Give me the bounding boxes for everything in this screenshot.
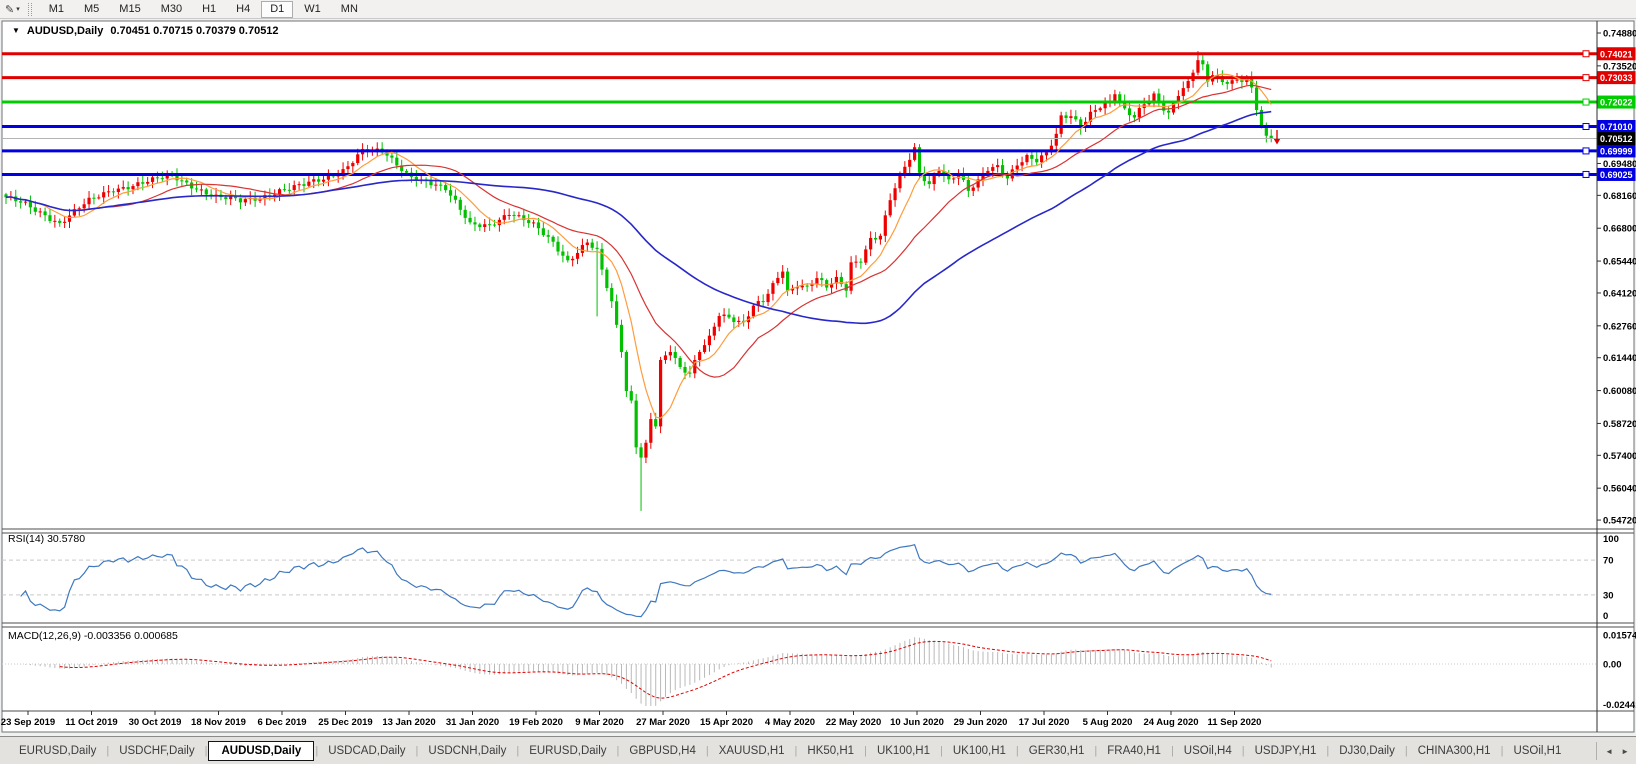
- svg-text:0.73033: 0.73033: [1600, 73, 1633, 83]
- chart-symbol-label: AUDUSD,Daily: [26, 25, 104, 37]
- svg-text:27 Mar 2020: 27 Mar 2020: [636, 717, 690, 728]
- timeframe-button-M1[interactable]: M1: [40, 1, 73, 18]
- timeframe-button-W1[interactable]: W1: [295, 1, 330, 18]
- svg-text:0.64120: 0.64120: [1603, 288, 1636, 299]
- timeframe-button-D1[interactable]: D1: [261, 0, 294, 18]
- tab-usdchf-daily[interactable]: USDCHF,Daily: [110, 742, 203, 760]
- timeframe-button-M5[interactable]: M5: [75, 1, 108, 18]
- svg-text:4 May 2020: 4 May 2020: [765, 717, 815, 728]
- svg-text:0.69025: 0.69025: [1600, 170, 1633, 180]
- chart-tab-bar: EURUSD,Daily | USDCHF,Daily | AUDUSD,Daily | U…: [0, 736, 1636, 764]
- tab-audusd-daily[interactable]: AUDUSD,Daily: [208, 740, 315, 761]
- svg-text:30: 30: [1603, 590, 1614, 601]
- tab-hk50-h1[interactable]: HK50,H1: [798, 742, 863, 760]
- tab-usdjpy-h1[interactable]: USDJPY,H1: [1246, 742, 1326, 760]
- svg-text:25 Dec 2019: 25 Dec 2019: [318, 717, 372, 728]
- rsi-indicator-label: RSI(14) 30.5780: [8, 533, 86, 545]
- tab-gbpusd-h4[interactable]: GBPUSD,H4: [620, 742, 704, 760]
- tab-ger30-h1[interactable]: GER30,H1: [1020, 742, 1094, 760]
- chart-tabs: EURUSD,Daily | USDCHF,Daily | AUDUSD,Daily | U…: [10, 740, 1570, 761]
- chevron-down-icon: ▾: [16, 6, 20, 13]
- tab-usdcnh-daily[interactable]: USDCNH,Daily: [419, 742, 515, 760]
- svg-text:0.71010: 0.71010: [1600, 122, 1633, 132]
- svg-text:0.60080: 0.60080: [1603, 386, 1636, 397]
- tab-scroll-left-icon[interactable]: ◄: [1601, 747, 1617, 756]
- svg-text:13 Jan 2020: 13 Jan 2020: [382, 717, 435, 728]
- tab-scroll-right-icon[interactable]: ►: [1617, 747, 1633, 756]
- price-chart[interactable]: 0.748800.735200.694800.681600.668000.654…: [0, 0, 1636, 764]
- svg-text:-0.02441: -0.02441: [1603, 700, 1636, 711]
- svg-text:22 May 2020: 22 May 2020: [826, 717, 881, 728]
- timeframe-button-H1[interactable]: H1: [193, 1, 225, 18]
- svg-text:11 Oct 2019: 11 Oct 2019: [65, 717, 117, 728]
- line-draw-tool-button[interactable]: ✎ ▾: [0, 3, 25, 16]
- svg-text:0.73520: 0.73520: [1603, 61, 1636, 72]
- tab-usoil-h1[interactable]: USOil,H1: [1504, 742, 1570, 760]
- svg-text:15 Apr 2020: 15 Apr 2020: [700, 717, 753, 728]
- svg-text:0.74880: 0.74880: [1603, 29, 1636, 40]
- tab-fra40-h1[interactable]: FRA40,H1: [1098, 742, 1170, 760]
- tab-dj30-daily[interactable]: DJ30,Daily: [1330, 742, 1404, 760]
- tab-scroll-controls: ◄ ►: [1596, 742, 1633, 760]
- svg-text:0.57400: 0.57400: [1603, 451, 1636, 462]
- svg-text:30 Oct 2019: 30 Oct 2019: [129, 717, 182, 728]
- svg-text:0.68160: 0.68160: [1603, 191, 1636, 202]
- timeframe-button-group: M1 M5 M15 M30 H1 H4 D1 W1 MN: [39, 0, 368, 18]
- svg-text:5 Aug 2020: 5 Aug 2020: [1083, 717, 1133, 728]
- svg-text:0.69999: 0.69999: [1600, 146, 1633, 156]
- svg-text:0.54720: 0.54720: [1603, 516, 1636, 527]
- svg-text:0.74021: 0.74021: [1600, 49, 1633, 59]
- svg-text:17 Jul 2020: 17 Jul 2020: [1019, 717, 1070, 728]
- tab-xauusd-h1[interactable]: XAUUSD,H1: [710, 742, 794, 760]
- chart-title: ▼ AUDUSD,Daily 0.70451 0.70715 0.70379 0…: [12, 25, 279, 37]
- svg-text:10 Jun 2020: 10 Jun 2020: [890, 717, 944, 728]
- tab-uk100-h1[interactable]: UK100,H1: [868, 742, 939, 760]
- svg-text:0.66800: 0.66800: [1603, 224, 1636, 235]
- svg-text:31 Jan 2020: 31 Jan 2020: [446, 717, 499, 728]
- svg-text:0.00: 0.00: [1603, 660, 1622, 671]
- toolbar-grip[interactable]: [27, 2, 32, 16]
- tab-usoil-h4[interactable]: USOil,H4: [1175, 742, 1241, 760]
- trading-platform-window: { "toolbar": { "tools_icon_glyph": "✎", …: [0, 0, 1636, 764]
- tab-eurusd-daily[interactable]: EURUSD,Daily: [10, 742, 105, 760]
- tab-china300-h1[interactable]: CHINA300,H1: [1409, 742, 1500, 760]
- timeframe-button-H4[interactable]: H4: [227, 1, 259, 18]
- svg-text:0.015741: 0.015741: [1603, 631, 1636, 642]
- svg-text:0.62760: 0.62760: [1603, 321, 1636, 332]
- svg-text:0.58720: 0.58720: [1603, 419, 1636, 430]
- tab-usdcad-daily[interactable]: USDCAD,Daily: [319, 742, 414, 760]
- svg-text:6 Dec 2019: 6 Dec 2019: [257, 717, 306, 728]
- svg-text:0.61440: 0.61440: [1603, 353, 1636, 364]
- svg-text:0.70512: 0.70512: [1600, 134, 1633, 144]
- svg-text:0.72022: 0.72022: [1600, 98, 1633, 108]
- svg-text:29 Jun 2020: 29 Jun 2020: [954, 717, 1008, 728]
- timeframe-button-M30[interactable]: M30: [152, 1, 191, 18]
- svg-text:70: 70: [1603, 556, 1614, 567]
- timeframe-button-M15[interactable]: M15: [110, 1, 149, 18]
- svg-text:0.65440: 0.65440: [1603, 257, 1636, 268]
- svg-text:0.56040: 0.56040: [1603, 484, 1636, 495]
- svg-text:24 Aug 2020: 24 Aug 2020: [1143, 717, 1198, 728]
- svg-text:9 Mar 2020: 9 Mar 2020: [575, 717, 624, 728]
- chart-ohlc-values: 0.70451 0.70715 0.70379 0.70512: [110, 25, 279, 37]
- timeframe-button-MN[interactable]: MN: [332, 1, 367, 18]
- svg-text:18 Nov 2019: 18 Nov 2019: [191, 717, 246, 728]
- svg-text:19 Feb 2020: 19 Feb 2020: [509, 717, 563, 728]
- chart-dropdown-icon[interactable]: ▼: [12, 26, 20, 35]
- toolbar: ✎ ▾ M1 M5 M15 M30 H1 H4 D1 W1 MN: [0, 0, 1636, 19]
- svg-text:11 Sep 2020: 11 Sep 2020: [1208, 717, 1262, 728]
- svg-text:23 Sep 2019: 23 Sep 2019: [1, 717, 55, 728]
- macd-indicator-label: MACD(12,26,9) -0.003356 0.000685: [8, 630, 178, 642]
- svg-text:0: 0: [1603, 611, 1608, 622]
- svg-text:100: 100: [1603, 534, 1619, 545]
- tab-eurusd-daily[interactable]: EURUSD,Daily: [520, 742, 615, 760]
- pencil-icon: ✎: [5, 3, 15, 16]
- tab-uk100-h1[interactable]: UK100,H1: [944, 742, 1015, 760]
